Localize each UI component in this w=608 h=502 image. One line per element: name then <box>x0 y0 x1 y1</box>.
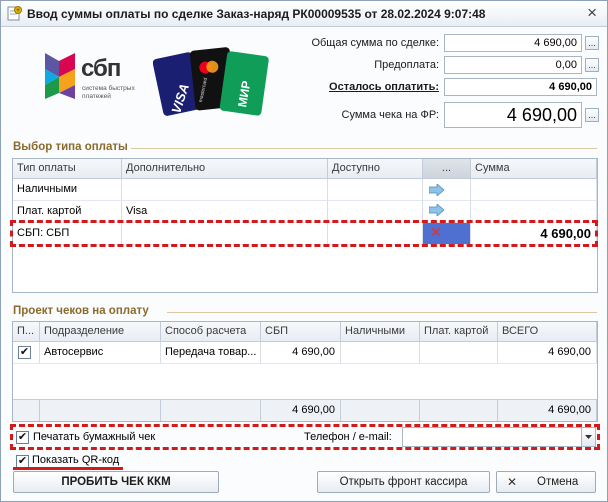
column-header-sbp[interactable]: СБП <box>261 322 341 342</box>
title-bar[interactable]: + Ввод суммы оплаты по сделке Заказ-наря… <box>1 1 607 27</box>
print-paper-label[interactable]: Печатать бумажный чек <box>33 431 155 443</box>
checks-section-rule <box>167 312 597 313</box>
column-header-sum[interactable]: Сумма <box>471 159 597 179</box>
total-field[interactable]: 4 690,00 <box>444 34 582 52</box>
footer-grand-total: 4 690,00 <box>498 399 597 421</box>
close-icon: ✕ <box>507 475 518 489</box>
cell-type[interactable]: Плат. картой <box>13 201 122 223</box>
receipt-sum-field-button[interactable]: ... <box>585 108 599 122</box>
footer-cash-total <box>341 399 420 421</box>
cell-total[interactable]: 4 690,00 <box>498 342 597 364</box>
prepay-field[interactable]: 0,00 <box>444 56 582 74</box>
cell-extra[interactable]: Visa <box>122 201 328 223</box>
cell-card[interactable] <box>420 342 498 364</box>
cell-available[interactable] <box>328 179 423 201</box>
column-header-type[interactable]: Тип оплаты <box>13 159 122 179</box>
payment-type-table[interactable]: Тип оплаты Дополнительно Доступно ... Су… <box>12 158 598 293</box>
footer-blank-2 <box>40 399 161 421</box>
cell-print[interactable]: ✔ <box>13 342 40 364</box>
cancel-button-label: Отмена <box>537 476 579 488</box>
column-header-action[interactable]: ... <box>423 159 471 179</box>
column-header-available[interactable]: Доступно <box>328 159 423 179</box>
payment-cards-image: VISA mastercard МИР <box>152 41 271 121</box>
arrow-right-icon[interactable] <box>429 204 445 216</box>
open-cashier-front-button[interactable]: Открыть фронт кассира <box>317 471 490 493</box>
payment-type-section-title: Выбор типа оплаты <box>13 141 128 153</box>
remove-icon[interactable]: ✕ <box>430 223 442 243</box>
column-header-division[interactable]: Подразделение <box>40 322 161 342</box>
checks-section-title: Проект чеков на оплату <box>13 305 149 317</box>
checks-table[interactable]: П... Подразделение Способ расчета СБП На… <box>12 321 598 422</box>
cell-method[interactable]: Передача товар... <box>161 342 261 364</box>
cell-division[interactable]: Автосервис <box>40 342 161 364</box>
chevron-down-icon <box>585 435 592 439</box>
window-title: Ввод суммы оплаты по сделке Заказ-наряд … <box>27 7 486 21</box>
footer-blank-3 <box>161 399 261 421</box>
cell-sum[interactable] <box>471 201 597 223</box>
receipt-sum-label: Сумма чека на ФР: <box>341 109 439 121</box>
remaining-label: Осталось оплатить: <box>329 81 439 93</box>
svg-text:+: + <box>16 8 20 14</box>
cell-action[interactable] <box>423 201 471 223</box>
sbp-logo-sub-2: платежей <box>82 93 111 100</box>
prepay-label: Предоплата: <box>374 59 439 71</box>
column-header-card[interactable]: Плат. картой <box>420 322 498 342</box>
highlight-qr-underline <box>13 467 123 470</box>
punch-receipt-button[interactable]: ПРОБИТЬ ЧЕК ККМ <box>13 471 219 493</box>
footer-card-total <box>420 399 498 421</box>
column-header-total[interactable]: ВСЕГО <box>498 322 597 342</box>
phone-email-dropdown-button[interactable] <box>581 427 596 447</box>
cell-action[interactable] <box>423 179 471 201</box>
arrow-right-icon[interactable] <box>429 184 445 196</box>
footer-blank-1 <box>13 399 40 421</box>
phone-email-label: Телефон / e-mail: <box>304 431 392 443</box>
cell-cash[interactable] <box>341 342 420 364</box>
column-header-extra[interactable]: Дополнительно <box>122 159 328 179</box>
cell-extra[interactable] <box>122 223 328 245</box>
row-print-checkbox[interactable]: ✔ <box>18 346 31 359</box>
print-paper-checkbox[interactable]: ✔ <box>16 431 29 444</box>
app-icon: + <box>7 6 22 21</box>
total-label: Общая сумма по сделке: <box>311 37 439 49</box>
payment-type-section-rule <box>131 148 597 149</box>
close-button[interactable]: × <box>587 4 597 22</box>
cell-sbp[interactable]: 4 690,00 <box>261 342 341 364</box>
remaining-field: 4 690,00 <box>444 78 597 96</box>
column-header-cash[interactable]: Наличными <box>341 322 420 342</box>
prepay-field-button[interactable]: ... <box>585 58 599 72</box>
cell-type[interactable]: Наличными <box>13 179 122 201</box>
cancel-button[interactable]: ✕ Отмена <box>496 471 596 493</box>
footer-sbp-total: 4 690,00 <box>261 399 341 421</box>
cell-type[interactable]: СБП: СБП <box>13 223 122 245</box>
column-header-print[interactable]: П... <box>13 322 40 342</box>
phone-email-input[interactable] <box>402 427 582 447</box>
cell-sum[interactable] <box>471 179 597 201</box>
sbp-logo-mark <box>45 53 75 99</box>
show-qr-label[interactable]: Показать QR-код <box>32 454 119 466</box>
payment-window: + Ввод суммы оплаты по сделке Заказ-наря… <box>0 0 608 502</box>
column-header-method[interactable]: Способ расчета <box>161 322 261 342</box>
receipt-sum-field[interactable]: 4 690,00 <box>444 102 582 128</box>
cell-extra[interactable] <box>122 179 328 201</box>
sbp-logo: сбп система быстрых платежей <box>45 53 145 103</box>
sbp-logo-word: сбп <box>81 55 121 82</box>
cell-action-selected[interactable]: ✕ <box>423 223 471 245</box>
cell-available[interactable] <box>328 201 423 223</box>
total-field-button[interactable]: ... <box>585 36 599 50</box>
cell-sum[interactable]: 4 690,00 <box>471 223 597 245</box>
cell-available[interactable] <box>328 223 423 245</box>
sbp-logo-sub-1: система быстрых <box>82 85 135 92</box>
